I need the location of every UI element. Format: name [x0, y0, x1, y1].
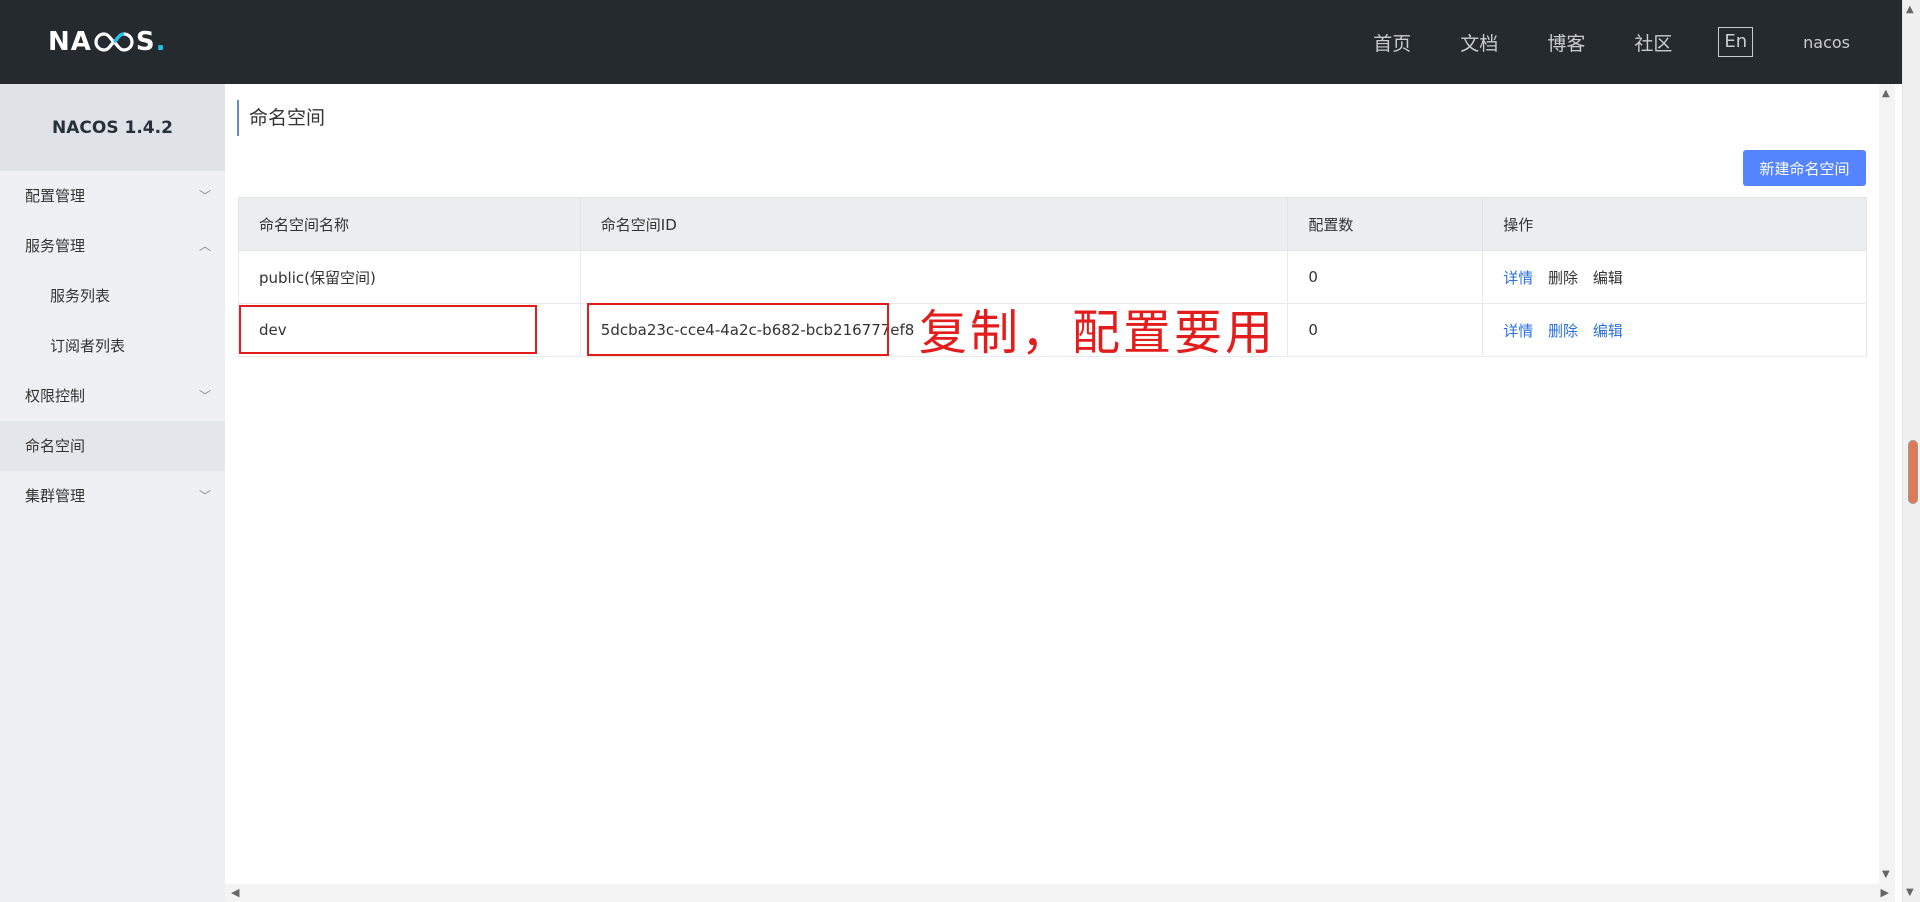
- annotation-text: 复制，配置要用: [919, 305, 1277, 361]
- edit-link[interactable]: 编辑: [1593, 269, 1623, 287]
- sidebar-item-label: 服务管理: [25, 237, 86, 255]
- edit-link[interactable]: 编辑: [1593, 322, 1623, 340]
- sidebar-item-access-control[interactable]: 权限控制 ﹀: [0, 371, 225, 421]
- chevron-down-icon: ﹀: [198, 189, 211, 203]
- sidebar-item-label: 配置管理: [25, 187, 86, 205]
- column-header-name: 命名空间名称: [238, 197, 581, 251]
- sidebar-brand: NACOS 1.4.2: [0, 84, 225, 171]
- config-count-cell: 0: [1287, 250, 1484, 304]
- scroll-up-icon[interactable]: ▲: [1906, 4, 1914, 15]
- sidebar-item-config-management[interactable]: 配置管理 ﹀: [0, 171, 225, 221]
- nav-blog[interactable]: 博客: [1547, 29, 1585, 56]
- scroll-up-icon[interactable]: ▲: [1882, 88, 1890, 99]
- top-nav: 首页 文档 博客 社区 En nacos: [1324, 0, 1850, 84]
- operations-cell: 详情 删除 编辑: [1482, 303, 1867, 357]
- logo-text-tail: S: [135, 27, 156, 57]
- scrollbar-thumb[interactable]: [1908, 440, 1918, 504]
- chevron-up-icon: ︿: [198, 239, 211, 253]
- namespace-name-cell: public(保留空间): [238, 250, 581, 304]
- chevron-down-icon: ﹀: [198, 389, 211, 403]
- delete-link[interactable]: 删除: [1548, 322, 1578, 340]
- delete-link[interactable]: 删除: [1548, 269, 1578, 287]
- scroll-down-icon[interactable]: ▼: [1906, 887, 1914, 898]
- sidebar-item-service-list[interactable]: 服务列表: [0, 271, 225, 321]
- user-name[interactable]: nacos: [1803, 33, 1850, 52]
- chevron-down-icon: ﹀: [198, 489, 211, 503]
- sidebar-item-namespace[interactable]: 命名空间: [0, 421, 225, 471]
- table-header-row: 命名空间名称 命名空间ID 配置数 操作: [238, 197, 1867, 251]
- new-namespace-button[interactable]: 新建命名空间: [1743, 150, 1866, 186]
- highlight-box-id: [587, 303, 889, 356]
- logo-dot: .: [155, 27, 167, 57]
- sidebar-menu: 配置管理 ﹀ 服务管理 ︿ 服务列表 订阅者列表 权限控制 ﹀ 命名空间 集群管…: [0, 171, 225, 521]
- sidebar-item-service-management[interactable]: 服务管理 ︿: [0, 221, 225, 271]
- detail-link[interactable]: 详情: [1503, 322, 1533, 340]
- nacos-logo[interactable]: NA S.: [48, 22, 167, 62]
- sidebar-item-label: 订阅者列表: [50, 337, 126, 355]
- column-header-operations: 操作: [1482, 197, 1867, 251]
- scroll-down-icon[interactable]: ▼: [1882, 869, 1890, 880]
- sidebar-item-label: 权限控制: [25, 387, 86, 405]
- sidebar-item-label: 命名空间: [25, 437, 86, 455]
- vertical-scrollbar[interactable]: ▲ ▼: [1879, 84, 1895, 884]
- nav-home[interactable]: 首页: [1373, 29, 1411, 56]
- sidebar: NACOS 1.4.2 配置管理 ﹀ 服务管理 ︿ 服务列表 订阅者列表 权限控…: [0, 84, 225, 902]
- sidebar-item-subscriber-list[interactable]: 订阅者列表: [0, 321, 225, 371]
- window-scrollbar[interactable]: ▲ ▼: [1902, 0, 1920, 902]
- highlight-box-name: [239, 305, 537, 354]
- nav-docs[interactable]: 文档: [1460, 29, 1498, 56]
- sidebar-item-cluster-management[interactable]: 集群管理 ﹀: [0, 471, 225, 521]
- config-count-cell: 0: [1287, 303, 1484, 357]
- language-switch-button[interactable]: En: [1718, 27, 1754, 57]
- scroll-left-icon[interactable]: ◀: [231, 886, 239, 899]
- logo-infinity-icon: [93, 30, 135, 54]
- horizontal-scrollbar[interactable]: ◀ ▶: [225, 884, 1895, 902]
- sidebar-item-label: 服务列表: [50, 287, 111, 305]
- main-content: 命名空间 新建命名空间 命名空间名称 命名空间ID 配置数 操作 public(…: [225, 84, 1877, 884]
- page-title: 命名空间: [237, 100, 325, 136]
- logo-text: NA: [48, 27, 92, 57]
- scroll-right-icon[interactable]: ▶: [1881, 886, 1889, 899]
- column-header-id: 命名空间ID: [579, 197, 1289, 251]
- column-header-config-count: 配置数: [1287, 197, 1484, 251]
- top-header: NA S. 首页 文档 博客 社区 En nacos: [0, 0, 1920, 84]
- detail-link[interactable]: 详情: [1503, 269, 1533, 287]
- sidebar-item-label: 集群管理: [25, 487, 86, 505]
- operations-cell: 详情 删除 编辑: [1482, 250, 1867, 304]
- nav-community[interactable]: 社区: [1634, 29, 1672, 56]
